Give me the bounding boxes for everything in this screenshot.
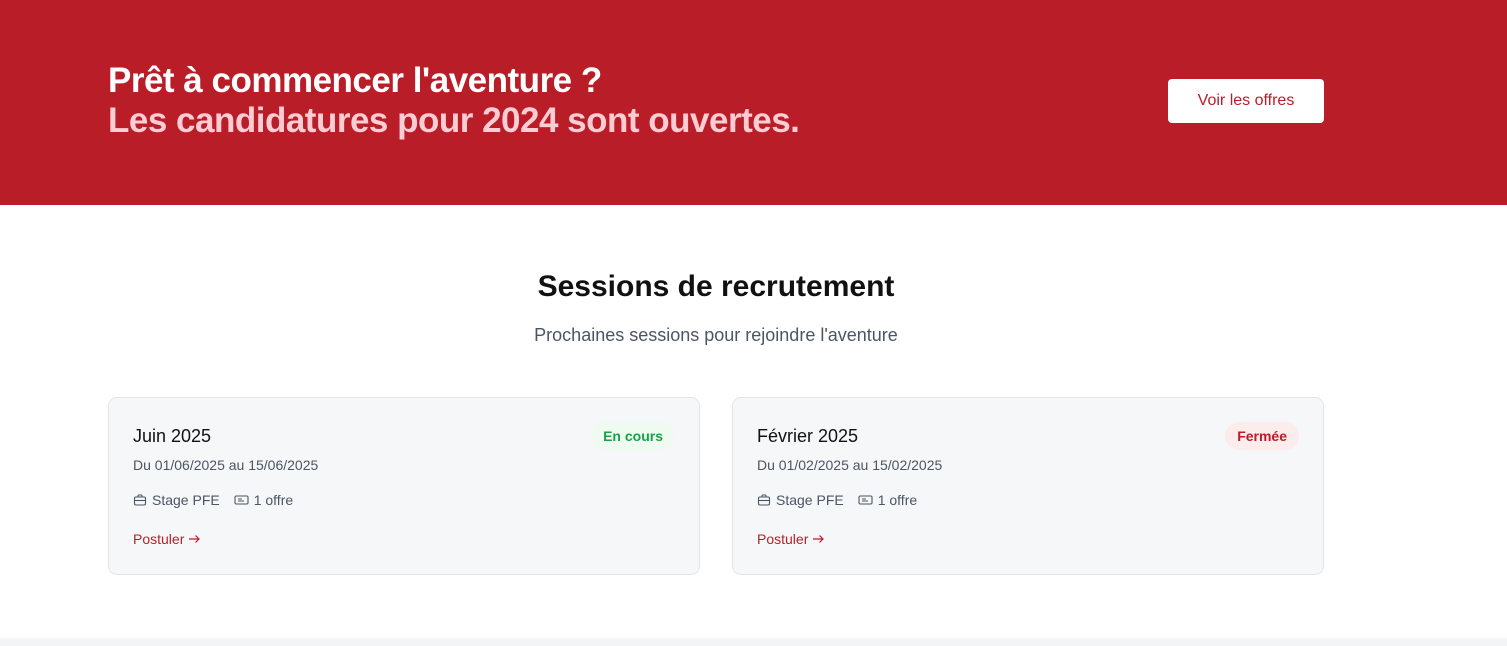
arrow-right-icon xyxy=(189,535,201,543)
session-card: Juin 2025 En cours Du 01/06/2025 au 15/0… xyxy=(108,397,700,575)
apply-link-label: Postuler xyxy=(757,531,809,547)
session-dates: Du 01/02/2025 au 15/02/2025 xyxy=(757,457,943,473)
session-title: Juin 2025 xyxy=(133,426,212,446)
session-card: Février 2025 Fermée Du 01/02/2025 au 15/… xyxy=(732,397,1324,575)
hero-title: Prêt à commencer l'aventure ? xyxy=(108,61,602,100)
session-offers-label: 1 offre xyxy=(877,492,918,508)
apply-link[interactable]: Postuler xyxy=(133,529,201,549)
session-type: Stage PFE xyxy=(757,490,844,510)
session-title: Février 2025 xyxy=(757,426,859,446)
briefcase-icon xyxy=(757,494,771,506)
session-offers: 1 offre xyxy=(858,490,917,510)
session-type-label: Stage PFE xyxy=(776,492,844,508)
hero-banner: Prêt à commencer l'aventure ? Les candid… xyxy=(0,0,1507,205)
session-dates: Du 01/06/2025 au 15/06/2025 xyxy=(133,457,319,473)
sessions-subtitle: Prochaines sessions pour rejoindre l'ave… xyxy=(534,325,898,345)
session-offers-label: 1 offre xyxy=(253,492,294,508)
session-type-label: Stage PFE xyxy=(152,492,220,508)
session-meta: Stage PFE 1 offre xyxy=(133,490,307,510)
sessions-title: Sessions de recrutement xyxy=(537,270,895,303)
session-meta: Stage PFE 1 offre xyxy=(757,490,931,510)
ticket-icon xyxy=(234,495,249,505)
session-offers: 1 offre xyxy=(234,490,293,510)
ticket-icon xyxy=(858,495,873,505)
session-type: Stage PFE xyxy=(133,490,220,510)
apply-link[interactable]: Postuler xyxy=(757,529,825,549)
status-badge: En cours xyxy=(591,422,675,450)
status-badge: Fermée xyxy=(1225,422,1299,450)
arrow-right-icon xyxy=(813,535,825,543)
apply-link-label: Postuler xyxy=(133,531,185,547)
briefcase-icon xyxy=(133,494,147,506)
view-offers-button[interactable]: Voir les offres xyxy=(1168,79,1324,123)
hero-subtitle: Les candidatures pour 2024 sont ouvertes… xyxy=(108,101,800,140)
footer-divider xyxy=(0,638,1507,646)
